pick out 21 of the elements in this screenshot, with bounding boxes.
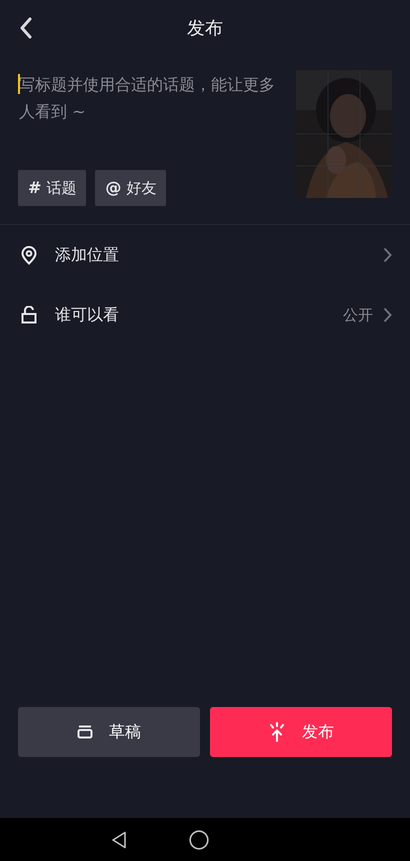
unlocked-padlock-icon [21, 306, 37, 324]
home-nav-icon[interactable] [189, 830, 209, 850]
sparkle-arrow-icon [268, 722, 286, 742]
page-title: 发布 [187, 16, 223, 40]
chevron-right-icon [383, 307, 392, 323]
publish-button[interactable]: 发布 [210, 707, 392, 757]
back-icon[interactable] [19, 17, 33, 39]
settings-row[interactable]: 添加位置 [0, 225, 410, 285]
tray-icon [77, 725, 93, 739]
draft-button[interactable]: 草稿 [18, 707, 200, 757]
text-cursor [18, 74, 20, 94]
caption-field[interactable]: 写标题并使用合适的话题，能让更多人看到 ~ [18, 71, 280, 127]
location-pin-icon [21, 246, 37, 264]
back-nav-icon[interactable] [111, 830, 127, 848]
tag-button[interactable]: # 话题 [18, 170, 86, 206]
settings-row[interactable]: 谁可以看 公开 [0, 285, 410, 345]
row-label: 谁可以看 [55, 304, 120, 326]
tag-button[interactable]: @ 好友 [95, 170, 166, 206]
row-value: 公开 [343, 304, 373, 326]
row-label: 添加位置 [55, 244, 120, 266]
chevron-right-icon [383, 247, 392, 263]
